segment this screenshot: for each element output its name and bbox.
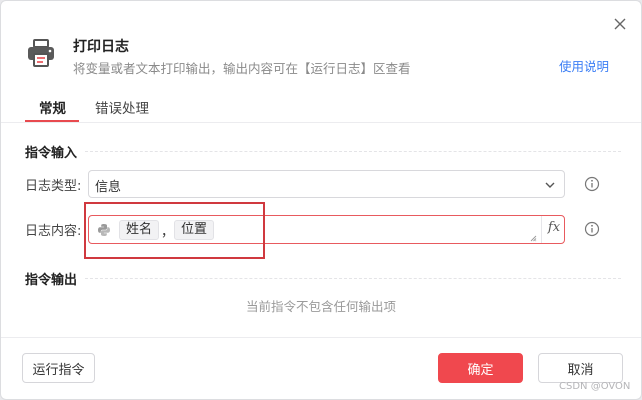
confirm-button[interactable]: 确定 — [438, 353, 523, 383]
log-type-value: 信息 — [95, 180, 122, 195]
info-icon[interactable] — [584, 176, 600, 192]
chevron-down-icon — [545, 182, 555, 188]
print-log-dialog: 打印日志 将变量或者文本打印输出，输出内容可在【运行日志】区查看 使用说明 常规… — [0, 0, 642, 400]
tab-error-handling[interactable]: 错误处理 — [95, 97, 149, 117]
help-link[interactable]: 使用说明 — [559, 56, 609, 75]
log-content-label: 日志内容: — [25, 224, 82, 239]
close-icon — [614, 18, 626, 30]
cancel-button[interactable]: 取消 — [538, 353, 623, 383]
variable-tag-name[interactable]: 姓名 — [119, 220, 160, 240]
log-content-input[interactable]: 姓名 ， 位置 fx — [88, 215, 565, 244]
input-section-rule — [85, 151, 621, 152]
resize-grip-icon[interactable] — [530, 235, 537, 242]
tab-general[interactable]: 常规 — [39, 97, 66, 117]
fx-button[interactable]: fx — [545, 220, 563, 238]
log-type-label: 日志类型: — [25, 179, 82, 194]
dialog-title: 打印日志 — [73, 39, 129, 55]
input-section-title: 指令输入 — [25, 146, 78, 161]
output-section-title: 指令输出 — [25, 273, 78, 288]
printer-icon — [28, 39, 54, 67]
tab-divider — [1, 122, 641, 123]
info-icon[interactable] — [584, 221, 600, 237]
empty-output-message: 当前指令不包含任何输出项 — [245, 299, 396, 314]
log-type-select[interactable]: 信息 — [88, 170, 565, 198]
fx-separator — [541, 216, 542, 243]
output-section-rule — [85, 278, 621, 279]
watermark: CSDN @OVON — [559, 381, 631, 392]
python-icon — [98, 224, 110, 236]
variable-tag-location[interactable]: 位置 — [174, 220, 215, 240]
run-command-button[interactable]: 运行指令 — [22, 353, 95, 383]
dialog-subtitle: 将变量或者文本打印输出，输出内容可在【运行日志】区查看 — [73, 61, 411, 76]
tag-separator: ， — [161, 225, 175, 240]
close-button[interactable] — [609, 13, 631, 35]
footer-divider — [1, 337, 641, 338]
